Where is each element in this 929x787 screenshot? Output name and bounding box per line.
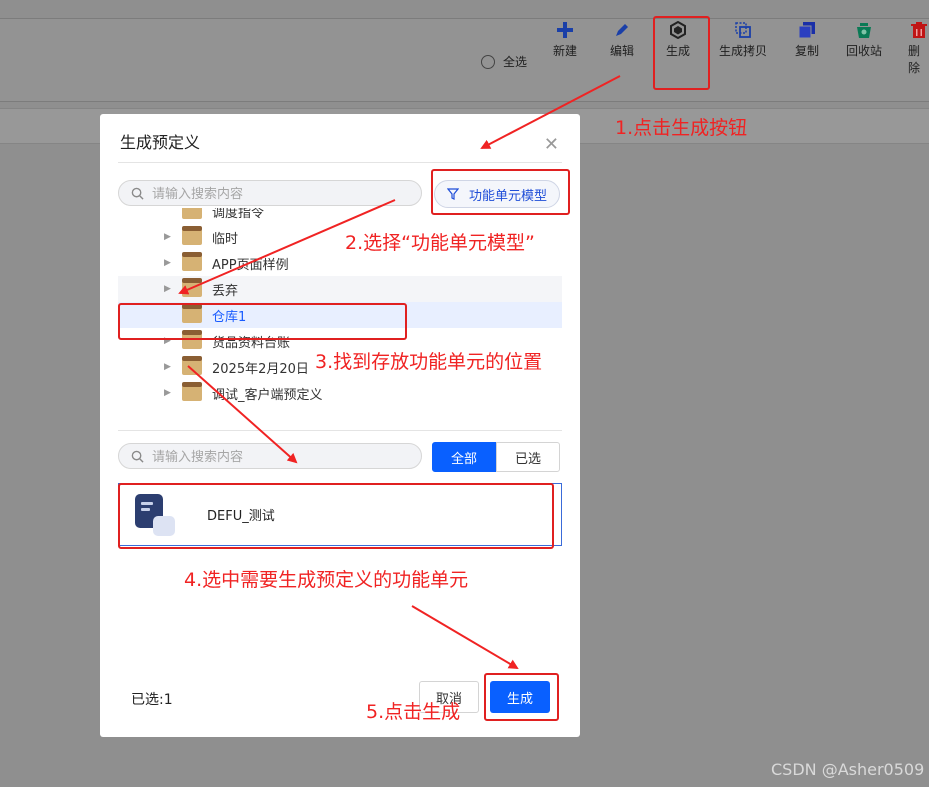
selected-count: 已选:1 — [131, 692, 173, 708]
select-all-radio[interactable]: 全选 — [481, 53, 527, 70]
highlight-unit-item — [118, 483, 554, 549]
dialog-title: 生成预定义 — [120, 133, 201, 152]
expand-arrow-icon[interactable]: ▶ — [164, 232, 172, 242]
folder-icon — [182, 226, 202, 245]
highlight-generate-toolbar — [653, 16, 710, 90]
edit-button[interactable]: 编辑 — [610, 20, 634, 59]
delete-button[interactable]: 删除 — [908, 20, 929, 76]
list-search-input[interactable] — [150, 447, 384, 465]
new-label: 新建 — [553, 44, 578, 58]
tree-node-label: 临时 — [212, 231, 239, 247]
expand-arrow-icon[interactable]: ▶ — [164, 258, 172, 268]
folder-icon — [182, 382, 202, 401]
generate-copy-label: 生成拷贝 — [719, 44, 768, 58]
folder-icon — [182, 208, 202, 219]
tree-node-label: 调度指令 — [212, 208, 265, 221]
annotation-step3: 3.找到存放功能单元的位置 — [315, 351, 543, 373]
tree-node-label: 调试_客户端预定义 — [212, 387, 323, 403]
tree-node[interactable]: ▶ 调试_客户端预定义 — [118, 380, 562, 406]
segment-selected[interactable]: 已选 — [496, 442, 560, 472]
tree-search-input[interactable] — [150, 184, 384, 202]
folder-icon — [182, 278, 202, 297]
new-button[interactable]: 新建 — [553, 20, 577, 59]
search-icon — [131, 187, 144, 200]
annotation-step4: 4.选中需要生成预定义的功能单元 — [184, 569, 469, 591]
recycle-bin-icon — [854, 20, 874, 40]
highlight-generate-button — [484, 673, 559, 721]
segment-all[interactable]: 全部 — [432, 442, 496, 472]
expand-arrow-icon[interactable]: ▶ — [164, 388, 172, 398]
folder-icon — [182, 356, 202, 375]
expand-arrow-icon[interactable]: ▶ — [164, 362, 172, 372]
watermark: CSDN @Asher0509 — [771, 760, 925, 779]
plus-icon — [555, 20, 575, 40]
tree-node-label: 丢弃 — [212, 283, 239, 299]
divider — [118, 162, 562, 163]
folder-icon — [182, 252, 202, 271]
duplicate-icon — [797, 20, 817, 40]
search-icon — [131, 450, 144, 463]
delete-label: 删除 — [908, 44, 921, 75]
list-search-box[interactable] — [118, 443, 422, 469]
toolbar-area — [0, 18, 929, 102]
annotation-step5: 5.点击生成 — [366, 701, 461, 723]
select-all-label: 全选 — [503, 55, 528, 69]
filter-segment: 全部 已选 — [432, 442, 560, 472]
recycle-bin-button[interactable]: 回收站 — [846, 20, 882, 59]
duplicate-label: 复制 — [795, 44, 820, 58]
copy-generate-icon — [733, 20, 753, 40]
duplicate-button[interactable]: 复制 — [795, 20, 819, 59]
highlight-tree-node — [118, 303, 407, 340]
generate-copy-button[interactable]: 生成拷贝 — [719, 20, 767, 59]
annotation-step1: 1.点击生成按钮 — [615, 117, 748, 139]
divider — [118, 430, 562, 431]
tree-search-box[interactable] — [118, 180, 422, 206]
pencil-icon — [612, 20, 632, 40]
annotation-step2: 2.选择“功能单元模型” — [345, 232, 535, 254]
trash-icon — [909, 20, 929, 40]
radio-circle[interactable] — [481, 54, 495, 69]
edit-label: 编辑 — [610, 44, 635, 58]
tree-node-label: APP页面样例 — [212, 257, 289, 273]
tree-node-label: 2025年2月20日 — [212, 361, 309, 377]
expand-arrow-icon[interactable]: ▶ — [164, 284, 172, 294]
close-icon[interactable]: ✕ — [544, 134, 559, 155]
recycle-bin-label: 回收站 — [846, 44, 883, 58]
tree-node[interactable]: ▶ 丢弃 — [118, 276, 562, 302]
highlight-filter-button — [431, 169, 570, 215]
